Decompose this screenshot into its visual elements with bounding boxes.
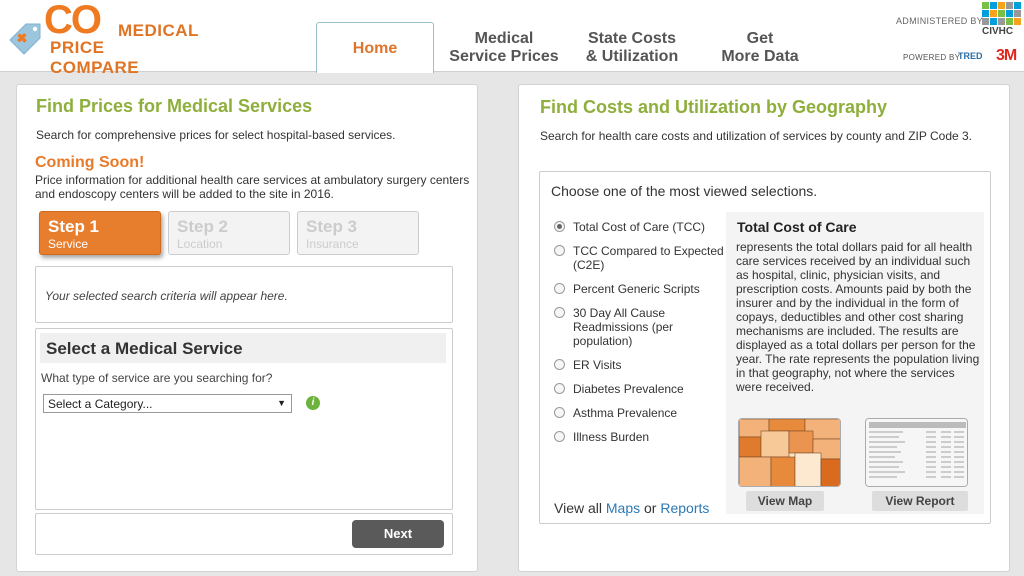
category-select[interactable]: Select a Category... ▼ [43,394,292,413]
measure-description-title: Total Cost of Care [737,219,857,235]
search-criteria-placeholder: Your selected search criteria will appea… [45,289,288,303]
co-medical-price-compare-logo[interactable]: CO MEDICAL PRICE COMPARE [6,0,198,77]
tab-medical-service-prices[interactable]: Medical Service Prices [434,22,574,72]
next-bar: Next [35,513,453,555]
search-criteria-box: Your selected search criteria will appea… [35,266,453,323]
county-map-icon [739,419,840,486]
radio-illness-burden[interactable]: Illness Burden [554,430,724,444]
coming-soon-title: Coming Soon! [35,154,145,171]
tab-get-more-data[interactable]: Get More Data [690,22,830,72]
radio-unselected-icon [554,431,565,442]
logo-co-text: CO [44,0,102,42]
next-button[interactable]: Next [352,520,444,548]
tab-label-line1: State Costs [587,30,677,47]
select-service-box: Select a Medical Service What type of se… [35,328,453,510]
radio-diabetes-prevalence[interactable]: Diabetes Prevalence [554,382,724,396]
medical-prices-description: Search for comprehensive prices for sele… [36,128,396,142]
choose-selection-label: Choose one of the most viewed selections… [551,183,818,199]
reports-link[interactable]: Reports [660,500,709,516]
step-1-service[interactable]: Step 1 Service [39,211,161,255]
radio-30-day-readmissions[interactable]: 30 Day All Cause Readmissions (per popul… [554,306,724,348]
civhc-mosaic-icon [982,2,1022,25]
maps-link[interactable]: Maps [606,500,640,516]
costs-utilization-description: Search for health care costs and utiliza… [540,129,973,143]
report-table-icon [866,419,967,486]
powered-by-label: POWERED BY [903,53,961,62]
most-viewed-selections-box: Choose one of the most viewed selections… [539,171,991,524]
view-all-prefix: View all [554,500,602,516]
report-thumbnail[interactable] [865,418,968,487]
administered-by-label: ADMINISTERED BY [896,16,984,26]
radio-unselected-icon [554,407,565,418]
tred-logo: TRED [958,51,983,61]
radio-er-visits[interactable]: ER Visits [554,358,724,372]
radio-unselected-icon [554,359,565,370]
select-service-heading-bar: Select a Medical Service [40,333,446,363]
step-number: Step 1 [48,217,100,236]
radio-label: Illness Burden [573,430,650,444]
tab-home[interactable]: Home [316,22,434,73]
radio-label: Total Cost of Care (TCC) [573,220,706,234]
radio-label: Percent Generic Scripts [573,282,700,296]
tab-label-line2: More Data [721,48,799,65]
civhc-logo[interactable]: CIVHC [982,2,1022,38]
coming-soon-text: Price information for additional health … [35,173,470,201]
radio-unselected-icon [554,245,565,256]
radio-total-cost-of-care[interactable]: Total Cost of Care (TCC) [554,220,724,234]
tab-label-line1: Get [746,30,774,47]
tab-state-costs[interactable]: State Costs & Utilization [574,22,690,72]
category-select-value: Select a Category... [48,397,153,411]
radio-asthma-prevalence[interactable]: Asthma Prevalence [554,406,724,420]
3m-logo: 3M [996,47,1017,64]
step-number: Step 3 [306,217,358,236]
map-thumbnail[interactable] [738,418,841,487]
costs-utilization-panel: Find Costs and Utilization by Geography … [518,84,1010,572]
help-info-icon[interactable]: i [306,396,320,410]
radio-tcc-compared-to-expected[interactable]: TCC Compared to Expected (C2E) [554,244,724,272]
tab-label-line1: Medical [474,30,534,47]
medical-prices-title: Find Prices for Medical Services [36,96,313,116]
tab-label-line2: & Utilization [585,48,679,65]
radio-unselected-icon [554,283,565,294]
service-question: What type of service are you searching f… [41,371,273,385]
view-all-links: View all Maps or Reports [554,500,709,516]
tab-home-label: Home [352,40,398,57]
view-map-button[interactable]: View Map [746,491,824,511]
site-header: CO MEDICAL PRICE COMPARE Home Medical Se… [0,0,1024,77]
radio-unselected-icon [554,307,565,318]
radio-label: Diabetes Prevalence [573,382,684,396]
medical-prices-panel: Find Prices for Medical Services Search … [16,84,478,572]
step-label: Service [48,237,89,251]
step-number: Step 2 [177,217,229,236]
price-tag-icon [9,23,41,55]
step-label: Insurance [306,237,359,251]
select-service-heading: Select a Medical Service [46,339,243,358]
step-2-location[interactable]: Step 2 Location [168,211,290,255]
civhc-name: CIVHC [982,26,1014,37]
measure-description-text: represents the total dollars paid for al… [736,240,980,394]
step-3-insurance[interactable]: Step 3 Insurance [297,211,419,255]
costs-utilization-title: Find Costs and Utilization by Geography [540,97,888,117]
radio-label: Asthma Prevalence [573,406,678,420]
radio-unselected-icon [554,383,565,394]
tab-label-line2: Service Prices [449,48,559,65]
logo-price-compare-text: PRICE COMPARE [50,38,140,77]
radio-selected-icon [554,221,565,232]
step-label: Location [177,237,223,251]
radio-label: ER Visits [573,358,622,372]
radio-percent-generic-scripts[interactable]: Percent Generic Scripts [554,282,724,296]
radio-label: TCC Compared to Expected (C2E) [573,244,724,272]
measure-description-box: Total Cost of Care represents the total … [726,212,984,514]
main-nav: Home Medical Service Prices State Costs … [316,22,830,73]
measure-radio-list: Total Cost of Care (TCC) TCC Compared to… [554,220,724,454]
radio-label: 30 Day All Cause Readmissions (per popul… [573,306,674,348]
or-text: or [644,500,657,516]
dropdown-arrow-icon: ▼ [277,398,286,408]
view-report-button[interactable]: View Report [872,491,968,511]
